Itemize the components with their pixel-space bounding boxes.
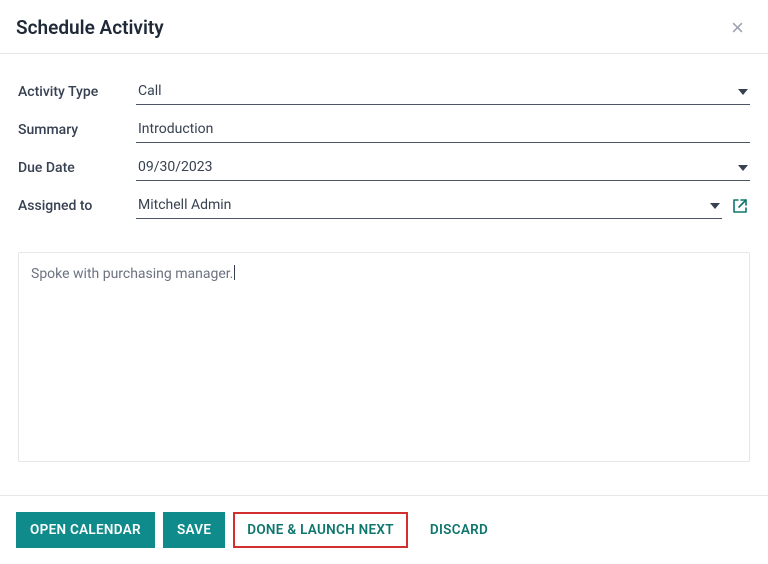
assigned-to-input[interactable] [136,193,722,219]
due-date-field [136,155,750,181]
activity-type-field [136,79,750,105]
done-launch-next-button[interactable]: Done & Launch Next [233,512,408,548]
notes-textarea[interactable]: Spoke with purchasing manager. [18,252,750,462]
assigned-to-row: Assigned to [18,192,750,220]
due-date-input[interactable] [136,155,750,181]
external-link-icon [732,198,748,214]
modal-footer: Open Calendar Save Done & Launch Next Di… [0,495,768,564]
schedule-activity-modal: Schedule Activity × Activity Type Summar… [0,0,768,564]
due-date-row: Due Date [18,154,750,182]
summary-row: Summary [18,116,750,144]
save-button[interactable]: Save [163,512,225,548]
close-icon: × [731,15,744,40]
notes-text: Spoke with purchasing manager. [31,266,233,282]
close-button[interactable]: × [727,17,748,39]
modal-body: Activity Type Summary Due Date [0,54,768,495]
due-date-label: Due Date [18,160,136,176]
activity-type-row: Activity Type [18,78,750,106]
summary-field [136,117,750,143]
external-link-button[interactable] [730,196,750,216]
modal-title: Schedule Activity [16,16,164,39]
discard-button[interactable]: Discard [416,512,502,548]
assigned-to-field [136,193,750,219]
modal-header: Schedule Activity × [0,0,768,54]
assigned-to-select[interactable] [136,193,722,219]
open-calendar-button[interactable]: Open Calendar [16,512,155,548]
summary-label: Summary [18,122,136,138]
activity-type-select[interactable] [136,79,750,105]
assigned-to-label: Assigned to [18,198,136,214]
due-date-picker[interactable] [136,155,750,181]
activity-type-input[interactable] [136,79,750,105]
text-cursor [234,265,235,280]
summary-input[interactable] [136,117,750,143]
activity-type-label: Activity Type [18,84,136,100]
